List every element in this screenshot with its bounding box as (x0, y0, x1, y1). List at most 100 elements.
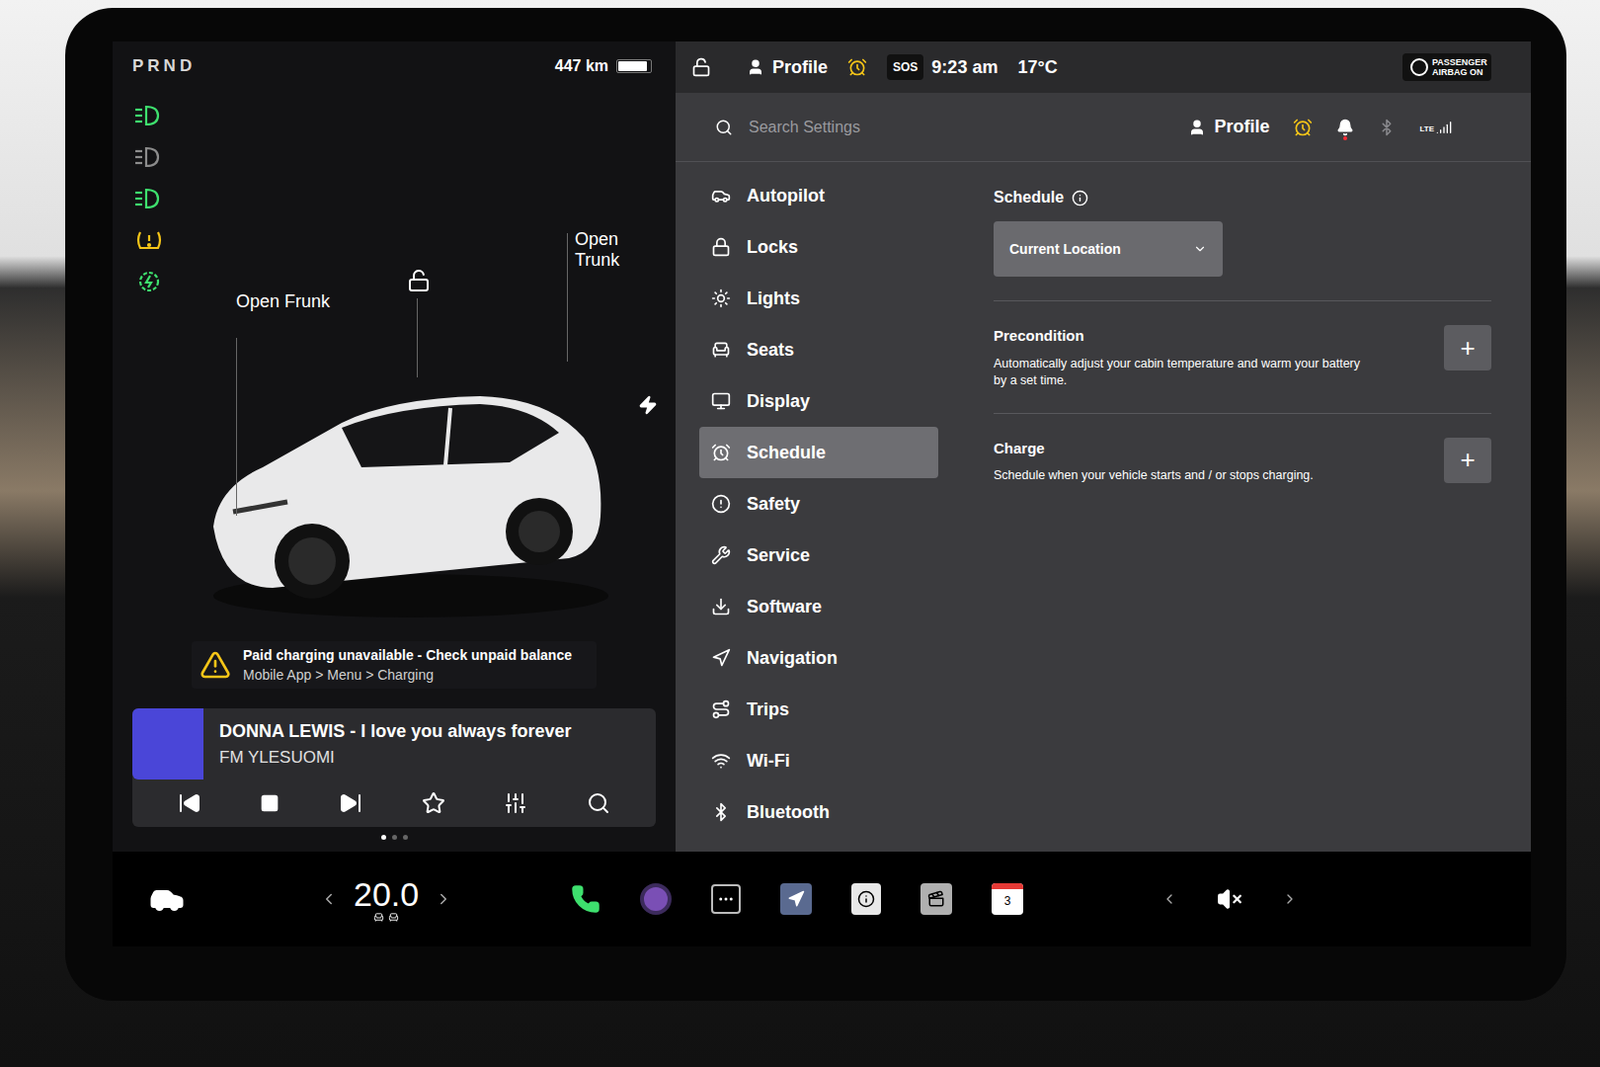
next-icon[interactable] (338, 791, 363, 815)
headlight-icon (132, 144, 166, 170)
screen: PRND 447 km Open Frunk Open Trunk Paid charg… (112, 41, 1531, 947)
section-title: Schedule (993, 185, 1064, 210)
camera-icon[interactable] (640, 882, 672, 915)
headlight-icon (132, 185, 166, 212)
open-trunk-button[interactable]: Open Trunk (574, 229, 656, 271)
notification-dot (1343, 136, 1348, 141)
display-bezel: PRND 447 km Open Frunk Open Trunk Paid charg… (65, 7, 1567, 1001)
page-dot[interactable] (392, 834, 398, 840)
schedule-section: ChargeSchedule when your vehicle starts … (993, 412, 1492, 485)
sidebar-item-icon (711, 185, 731, 206)
page-dots (132, 826, 656, 840)
app-launcher: 3 (570, 882, 1024, 915)
user-icon (746, 58, 765, 77)
headlight-icon (132, 268, 166, 295)
station-name: FM YLESUOMI (219, 744, 571, 771)
schedule-section: PreconditionAutomatically adjust your ca… (993, 300, 1492, 390)
muted-speaker-icon[interactable] (1216, 885, 1243, 912)
chevron-down-icon (1193, 241, 1207, 256)
sidebar-item-icon (711, 391, 731, 411)
settings-body: AutopilotLocksLightsSeatsDisplaySchedule… (675, 161, 1531, 852)
lock-status-icon[interactable] (691, 57, 712, 78)
sidebar-item[interactable]: Locks (699, 221, 939, 273)
car-icon[interactable] (149, 880, 185, 917)
equalizer-icon[interactable] (503, 791, 528, 815)
settings-search[interactable]: Search Settings (748, 115, 1165, 140)
profile-button[interactable]: Profile (1213, 113, 1270, 141)
vehicle-panel: PRND 447 km Open Frunk Open Trunk Paid charg… (112, 41, 676, 852)
sidebar-item[interactable]: Navigation (699, 632, 939, 684)
schedule-content: Schedule Current Location PreconditionAuto… (961, 161, 1531, 852)
charge-port-icon[interactable] (638, 395, 658, 415)
add-button[interactable]: + (1443, 324, 1492, 371)
page-dot[interactable] (402, 834, 408, 840)
temp-down-icon[interactable] (320, 889, 338, 908)
unlock-icon[interactable] (406, 268, 431, 293)
sidebar-item[interactable]: Display (699, 375, 939, 427)
sidebar-item[interactable]: Schedule (699, 426, 939, 479)
sidebar-item[interactable]: Lights (699, 272, 939, 324)
battery-icon (616, 59, 652, 74)
alarm-icon[interactable] (1292, 117, 1313, 138)
cabin-temperature[interactable]: 20.0 (353, 876, 419, 912)
location-dropdown[interactable]: Current Location (993, 221, 1223, 277)
vehicle-view: Open Frunk Open Trunk (132, 79, 656, 642)
album-art (132, 708, 204, 780)
more-apps-icon[interactable] (711, 883, 741, 914)
previous-icon[interactable] (177, 791, 202, 815)
theater-app-icon[interactable] (920, 882, 953, 915)
manual-app-icon[interactable] (851, 882, 881, 915)
seat-heater-icon[interactable] (373, 911, 385, 923)
add-button[interactable]: + (1443, 437, 1492, 483)
volume-down-icon[interactable] (1161, 890, 1178, 907)
favorite-icon[interactable] (421, 791, 446, 815)
sidebar-item[interactable]: Autopilot (699, 169, 939, 222)
sidebar-item-icon (711, 596, 731, 617)
media-search-icon[interactable] (586, 791, 611, 815)
settings-header: Search SettingsProfileLTE (675, 92, 1531, 162)
sidebar-item-icon (711, 237, 731, 257)
volume-control (1161, 885, 1298, 912)
open-frunk-button[interactable]: Open Frunk (236, 291, 330, 313)
stop-icon[interactable] (259, 793, 280, 813)
sidebar-item-icon (711, 545, 731, 565)
sidebar-item[interactable]: Trips (699, 683, 939, 735)
status-bar: ProfileSOS9:23 am17°CPASSENGER AIRBAG ON (675, 41, 1531, 93)
volume-up-icon[interactable] (1281, 890, 1298, 907)
bluetooth-icon[interactable] (1377, 118, 1396, 137)
media-controls (132, 779, 656, 827)
alarm-icon[interactable] (847, 57, 868, 78)
status-profile[interactable]: Profile (772, 54, 828, 81)
temp-up-icon[interactable] (434, 889, 453, 908)
navigation-app-icon[interactable] (780, 882, 812, 915)
info-icon[interactable] (1071, 189, 1089, 207)
gear-selector: PRND (132, 53, 196, 80)
bell-icon[interactable] (1336, 118, 1355, 137)
car-model-icon[interactable] (193, 328, 629, 626)
main-area: PRND 447 km Open Frunk Open Trunk Paid charg… (112, 41, 1531, 852)
app: PRND 447 km Open Frunk Open Trunk Paid charg… (0, 0, 1600, 1067)
climate-control: 20.0 (320, 876, 453, 923)
search-icon (715, 118, 733, 137)
sidebar-item-icon (711, 339, 731, 360)
sidebar-item[interactable]: Software (699, 580, 939, 633)
phone-icon[interactable] (570, 883, 601, 914)
sidebar-item[interactable]: Seats (699, 323, 939, 376)
sos-button[interactable]: SOS (886, 54, 924, 80)
media-player: DONNA LEWIS - I love you always foreverF… (132, 708, 656, 827)
charging-alert[interactable]: Paid charging unavailable - Check unpaid… (191, 640, 597, 689)
sidebar-item[interactable]: Bluetooth (699, 786, 939, 838)
range-display: 447 km (555, 54, 652, 79)
tire-pressure-icon (132, 227, 166, 253)
sidebar-item[interactable]: Service (699, 529, 939, 581)
outside-temperature: 17°C (1017, 54, 1057, 81)
airbag-badge: PASSENGER AIRBAG ON (1402, 53, 1492, 81)
sidebar-item[interactable]: Safety (699, 478, 939, 530)
track-title: DONNA LEWIS - I love you always forever (219, 718, 571, 745)
profile-icon (1188, 118, 1206, 137)
page-dot[interactable] (381, 834, 387, 840)
seat-heater-icon[interactable] (388, 911, 400, 923)
indicator-list (132, 79, 166, 642)
sidebar-item[interactable]: Wi-Fi (699, 734, 939, 787)
calendar-app[interactable]: 3 (991, 882, 1024, 915)
